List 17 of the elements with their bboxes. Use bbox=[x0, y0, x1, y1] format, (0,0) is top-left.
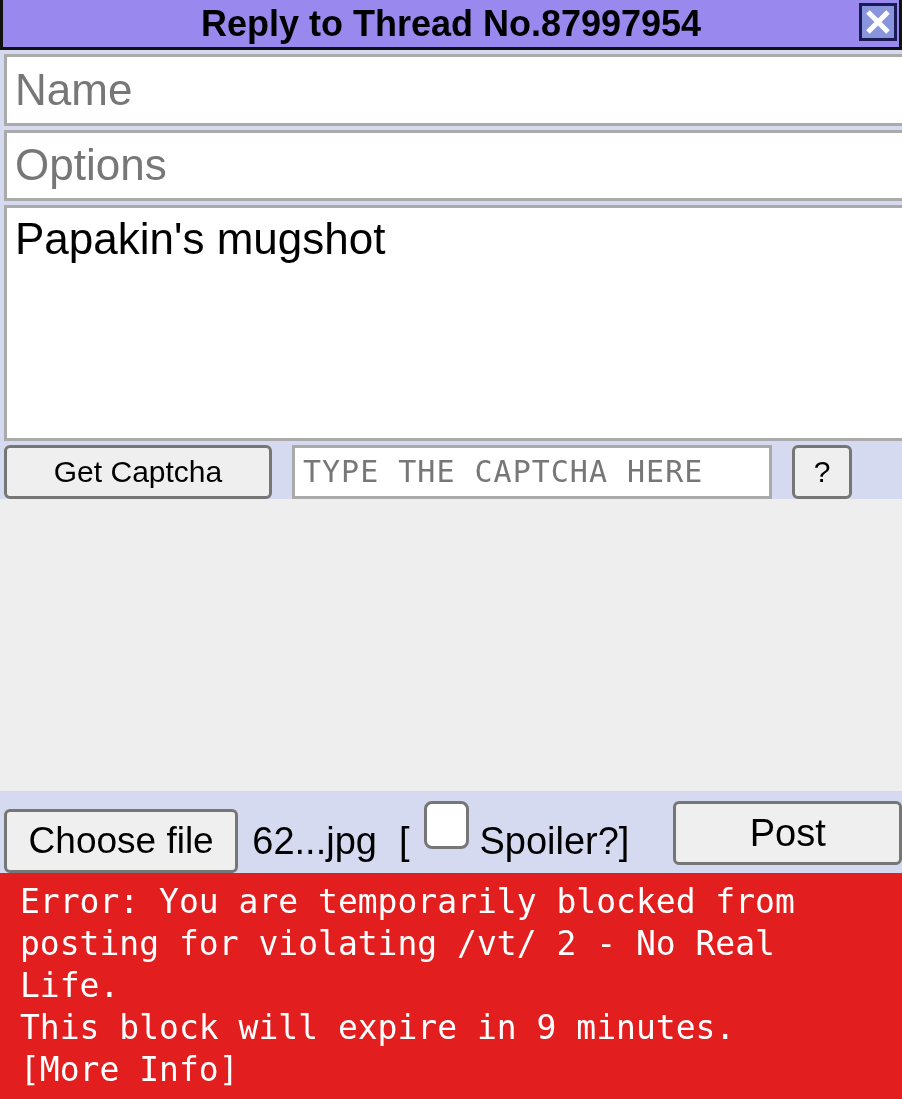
post-button[interactable]: Post bbox=[673, 801, 902, 865]
error-text: This block will expire in 9 minutes. bbox=[20, 1007, 737, 1049]
help-button[interactable]: ? bbox=[792, 444, 852, 499]
more-info-link[interactable]: [More Info] bbox=[20, 1050, 239, 1089]
close-icon[interactable] bbox=[859, 3, 897, 41]
options-field[interactable]: Options bbox=[4, 129, 902, 202]
spoiler-checkbox[interactable] bbox=[423, 801, 470, 849]
choose-file-button[interactable]: Choose file bbox=[4, 809, 239, 873]
bracket: [ bbox=[398, 820, 410, 864]
error-text: Error: You are temporarily blocked from posting for violating /vt/ 2 - No Real Life. bbox=[20, 881, 796, 1007]
comment-field[interactable]: Papakin's mugshot bbox=[4, 205, 902, 441]
file-name: 62...jpg bbox=[252, 820, 377, 864]
window-title: Reply to Thread No.87997954 bbox=[200, 2, 702, 45]
get-captcha-button[interactable]: Get Captcha bbox=[4, 444, 272, 499]
captcha-field[interactable]: TYPE THE CAPTCHA HERE bbox=[292, 444, 772, 499]
name-field[interactable]: Name bbox=[4, 54, 902, 126]
spoiler-label: Spoiler?] bbox=[479, 820, 630, 864]
